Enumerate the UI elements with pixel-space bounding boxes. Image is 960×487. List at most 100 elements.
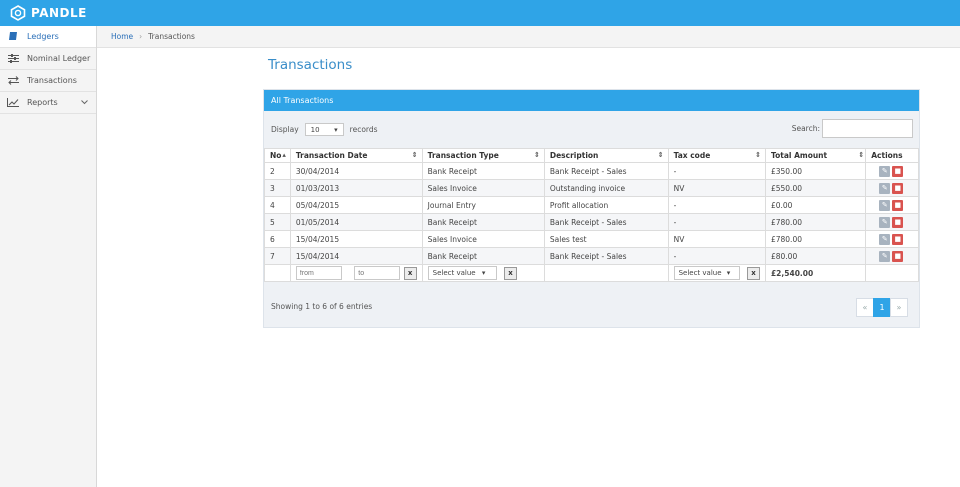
edit-button[interactable]: ✎ xyxy=(879,199,891,211)
edit-icon: ✎ xyxy=(881,234,888,243)
cell-no: 7 xyxy=(264,247,291,265)
caret-down-icon: ▾ xyxy=(726,269,731,277)
cell-tax-code: - xyxy=(667,213,766,231)
edit-icon: ✎ xyxy=(881,217,888,226)
cell-description: Bank Receipt - Sales xyxy=(543,247,669,265)
chart-line-icon xyxy=(7,98,19,108)
cell-total: £780.00 xyxy=(764,213,867,231)
table-row: 7 15/04/2014 Bank Receipt Bank Receipt - Sa… xyxy=(264,247,919,265)
display-label: Display xyxy=(271,125,299,134)
sort-icon: ⇕ xyxy=(534,151,540,159)
cell-tax-code: - xyxy=(667,247,766,265)
panel-title: All Transactions xyxy=(271,96,334,105)
column-header-date[interactable]: Transaction Date ⇕ xyxy=(289,148,423,163)
trash-icon: ■ xyxy=(894,200,902,209)
cell-total: £550.00 xyxy=(764,179,867,197)
clear-tax-filter-button[interactable]: x xyxy=(746,266,760,280)
cell-no: 6 xyxy=(264,230,291,248)
cell-actions: ✎ ■ xyxy=(865,213,919,231)
caret-down-icon: ▾ xyxy=(334,125,338,134)
transaction-type-filter-select[interactable]: Select value ▾ xyxy=(427,266,497,280)
edit-button[interactable]: ✎ xyxy=(879,250,891,262)
cell-total: £80.00 xyxy=(764,247,867,265)
clear-type-filter-button[interactable]: x xyxy=(504,266,518,280)
sidebar-item-transactions[interactable]: Transactions xyxy=(0,70,96,92)
transaction-type-link[interactable]: Sales Invoice xyxy=(421,179,545,197)
sort-icon: ⇕ xyxy=(657,151,664,159)
table-row: 4 05/04/2015 Journal Entry Profit allocatio… xyxy=(264,196,919,214)
delete-button[interactable]: ■ xyxy=(892,233,904,245)
column-header-total[interactable]: Total Amount ⇕ xyxy=(764,148,867,163)
tax-code-filter-select[interactable]: Select value ▾ xyxy=(673,266,740,280)
clear-date-filter-button[interactable]: x xyxy=(403,266,417,280)
transaction-type-link[interactable]: Bank Receipt xyxy=(421,247,545,265)
filter-cell-actions xyxy=(865,264,919,282)
column-header-tax-code[interactable]: Tax code ⇕ xyxy=(667,148,766,163)
cell-description: Bank Receipt - Sales xyxy=(543,162,669,180)
edit-icon: ✎ xyxy=(881,166,888,175)
cell-total: £780.00 xyxy=(764,230,867,248)
table-row: 2 30/04/2014 Bank Receipt Bank Receipt - Sa… xyxy=(264,162,919,180)
transaction-type-link[interactable]: Journal Entry xyxy=(421,196,545,214)
edit-button[interactable]: ✎ xyxy=(879,182,891,194)
pandle-logo-icon xyxy=(10,5,26,21)
pagination-next-button[interactable]: » xyxy=(890,298,908,317)
sidebar-item-reports[interactable]: Reports xyxy=(0,92,96,114)
delete-button[interactable]: ■ xyxy=(892,216,904,228)
cell-no: 3 xyxy=(264,179,291,197)
transaction-type-link[interactable]: Bank Receipt xyxy=(421,213,545,231)
sidebar-item-ledgers[interactable]: Ledgers xyxy=(0,26,96,48)
edit-button[interactable]: ✎ xyxy=(879,165,891,177)
transaction-type-link[interactable]: Bank Receipt xyxy=(421,162,545,180)
transaction-type-link[interactable]: Sales Invoice xyxy=(421,230,545,248)
date-from-input[interactable] xyxy=(295,266,342,280)
table-row: 6 15/04/2015 Sales Invoice Sales test NV £780… xyxy=(264,230,919,248)
cell-actions: ✎ ■ xyxy=(865,230,919,248)
table-controls: Display 10 ▾ records Search: xyxy=(264,111,919,148)
transactions-panel: All Transactions Display 10 ▾ records Se… xyxy=(263,89,920,328)
column-header-no[interactable]: No ▴ xyxy=(264,148,291,163)
panel-header: All Transactions xyxy=(264,90,919,111)
column-header-type[interactable]: Transaction Type ⇕ xyxy=(421,148,545,163)
filter-cell-date: x xyxy=(289,264,423,282)
delete-button[interactable]: ■ xyxy=(892,250,904,262)
cell-tax-code: NV xyxy=(667,179,766,197)
column-header-label: Actions xyxy=(871,151,903,160)
page-title: Transactions xyxy=(268,57,353,73)
sidebar: Ledgers Nominal Ledger Transactions Repo… xyxy=(0,26,97,487)
sidebar-item-label: Reports xyxy=(27,98,58,107)
delete-button[interactable]: ■ xyxy=(892,165,904,177)
cell-description: Profit allocation xyxy=(543,196,669,214)
cell-total: £350.00 xyxy=(764,162,867,180)
cell-actions: ✎ ■ xyxy=(865,179,919,197)
breadcrumb: Home › Transactions xyxy=(97,26,960,48)
column-header-description[interactable]: Description ⇕ xyxy=(543,148,669,163)
search-label: Search: xyxy=(791,124,820,133)
trash-icon: ■ xyxy=(894,166,902,175)
pagination-prev-button[interactable]: « xyxy=(856,298,874,317)
table-header-row: No ▴ Transaction Date ⇕ Transaction Type… xyxy=(264,148,919,163)
sidebar-item-nominal-ledger[interactable]: Nominal Ledger xyxy=(0,48,96,70)
cell-no: 5 xyxy=(264,213,291,231)
chevron-down-icon xyxy=(81,98,88,107)
column-header-label: No xyxy=(270,151,282,160)
cell-no: 2 xyxy=(264,162,291,180)
pagination-page-button[interactable]: 1 xyxy=(873,298,891,317)
sidebar-item-label: Transactions xyxy=(27,76,77,85)
delete-button[interactable]: ■ xyxy=(892,182,904,194)
trash-icon: ■ xyxy=(894,183,902,192)
date-to-input[interactable] xyxy=(354,266,401,280)
trash-icon: ■ xyxy=(894,251,902,260)
logo[interactable]: PANDLE xyxy=(10,5,87,21)
column-header-label: Total Amount xyxy=(770,151,828,160)
edit-button[interactable]: ✎ xyxy=(879,216,891,228)
records-per-page-select[interactable]: 10 ▾ xyxy=(304,123,344,136)
filter-cell-tax: Select value ▾ x xyxy=(667,264,766,282)
table-info: Showing 1 to 6 of 6 entries xyxy=(271,302,373,311)
column-header-actions: Actions xyxy=(865,148,919,163)
breadcrumb-home-link[interactable]: Home xyxy=(111,32,133,41)
top-bar: PANDLE xyxy=(0,0,960,26)
edit-button[interactable]: ✎ xyxy=(879,233,891,245)
delete-button[interactable]: ■ xyxy=(892,199,904,211)
search-input[interactable] xyxy=(822,119,913,138)
